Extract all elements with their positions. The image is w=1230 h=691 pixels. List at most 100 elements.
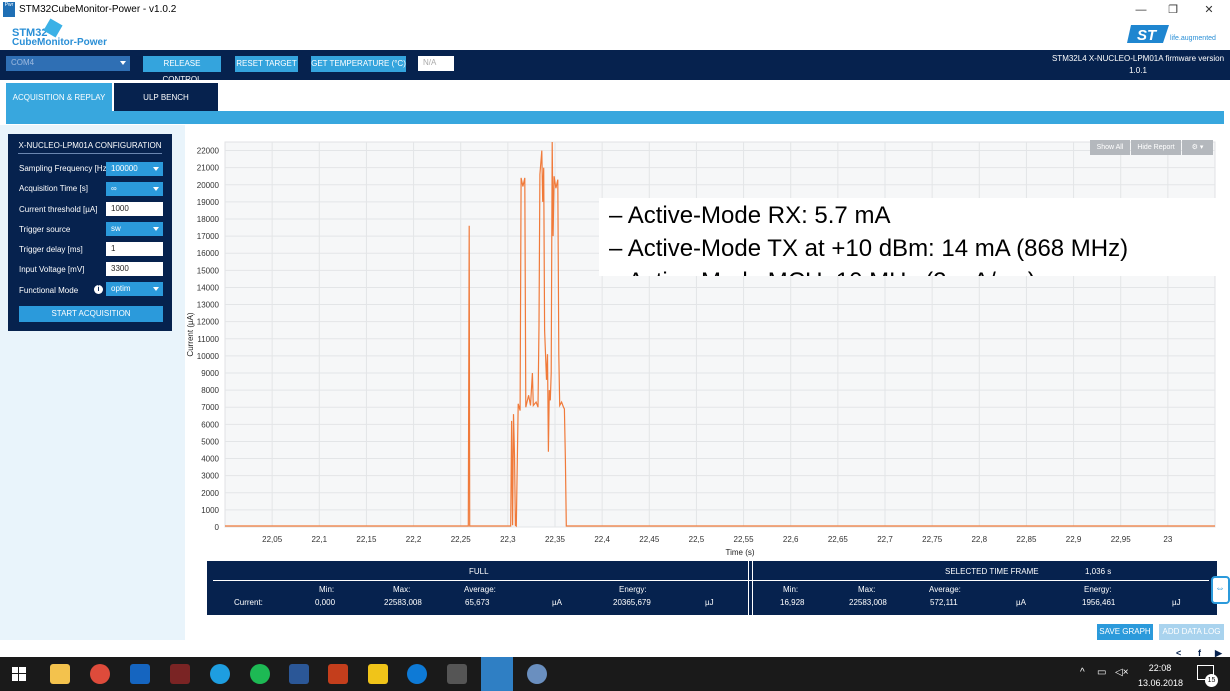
powerpoint-icon[interactable] [328, 664, 348, 684]
minimize-icon[interactable]: — [1126, 2, 1156, 18]
tab-strip [6, 111, 1224, 124]
start-acquisition-button[interactable]: START ACQUISITION [19, 306, 163, 322]
hide-report-button[interactable]: Hide Report [1131, 140, 1181, 155]
chevron-down-icon [120, 61, 126, 65]
release-control-button[interactable]: RELEASE CONTROL [143, 56, 221, 84]
x-tick-label: 22,65 [828, 535, 849, 544]
current-row-label: Current: [234, 598, 263, 607]
overlay-line: – Active-Mode TX at +10 dBm: 14 mA (868 … [609, 235, 1129, 262]
sel-min-value: 16,928 [780, 598, 805, 607]
y-tick-label: 20000 [197, 181, 220, 190]
toolbar: COM4 RELEASE CONTROL RESET TARGET GET TE… [0, 50, 1230, 84]
x-tick-label: 22,35 [545, 535, 566, 544]
y-axis-label: Current (µA) [186, 312, 195, 357]
notification-badge: 15 [1205, 674, 1218, 687]
y-tick-label: 5000 [201, 437, 219, 446]
full-energy-unit: µJ [705, 598, 714, 607]
trigger-source-label: Trigger source [19, 225, 71, 234]
y-tick-label: 12000 [197, 318, 220, 327]
y-tick-label: 17000 [197, 232, 220, 241]
port-select[interactable]: COM4 [6, 56, 130, 71]
input-voltage-label: Input Voltage [mV] [19, 265, 85, 274]
config-panel: X-NUCLEO-LPM01A CONFIGURATION Sampling F… [8, 134, 172, 331]
acquisition-time-select[interactable]: ∞ [106, 182, 163, 196]
x-tick-label: 23 [1163, 535, 1172, 544]
sel-min-label: Min: [783, 585, 799, 594]
y-tick-label: 9000 [201, 369, 219, 378]
clock[interactable]: 22:08 13.06.2018 [1138, 662, 1183, 689]
functional-mode-select[interactable]: optim [106, 282, 163, 296]
outlook-icon[interactable] [130, 664, 150, 684]
cubemonitor-taskbar-icon[interactable] [481, 657, 513, 691]
tray-chevron-icon[interactable]: ^ [1080, 667, 1085, 678]
y-tick-label: 13000 [197, 301, 220, 310]
maximize-icon[interactable]: ❐ [1158, 2, 1188, 18]
teamviewer-icon[interactable] [407, 664, 427, 684]
sampling-frequency-label: Sampling Frequency [Hz] [19, 164, 109, 173]
teamviewer-side-tab[interactable]: ⇔ [1211, 576, 1230, 604]
app-icon[interactable] [170, 664, 190, 684]
close-icon[interactable]: ✕ [1194, 2, 1224, 18]
y-tick-label: 1000 [201, 506, 219, 515]
add-data-log-button[interactable]: ADD DATA LOG [1159, 624, 1224, 640]
current-threshold-label: Current threshold [µA] [19, 205, 98, 214]
sampling-frequency-select[interactable]: 100000 [106, 162, 163, 176]
selected-time-frame-label: SELECTED TIME FRAME [945, 567, 1039, 576]
sel-energy-value: 1956,461 [1082, 598, 1116, 607]
file-explorer-icon[interactable] [50, 664, 70, 684]
chevron-down-icon [153, 227, 159, 231]
full-min-label: Min: [319, 585, 335, 594]
skype-icon[interactable] [210, 664, 230, 684]
info-icon[interactable]: i [94, 285, 103, 294]
y-tick-label: 21000 [197, 164, 220, 173]
volume-icon[interactable]: ◁× [1115, 667, 1129, 678]
x-tick-label: 22,95 [1111, 535, 1132, 544]
input-voltage-input[interactable]: 3300 [106, 262, 163, 276]
st-logo-icon: ST [1127, 25, 1169, 44]
x-tick-label: 22,3 [500, 535, 516, 544]
taskbar: ^ ▭ ◁× 22:08 13.06.2018 15 [0, 657, 1230, 691]
y-tick-label: 8000 [201, 386, 219, 395]
x-axis-label: Time (s) [725, 548, 754, 557]
app-icon[interactable] [527, 664, 547, 684]
show-all-button[interactable]: Show All [1090, 140, 1130, 155]
chevron-down-icon [153, 167, 159, 171]
photos-icon[interactable] [447, 664, 467, 684]
y-tick-label: 14000 [197, 283, 220, 292]
save-graph-button[interactable]: SAVE GRAPH [1097, 624, 1153, 640]
trigger-delay-input[interactable]: 1 [106, 242, 163, 256]
full-min-value: 0,000 [315, 598, 336, 607]
sel-avg-unit: µA [1016, 598, 1026, 607]
spotify-icon[interactable] [250, 664, 270, 684]
network-icon[interactable]: ▭ [1097, 667, 1106, 678]
x-tick-label: 22,85 [1016, 535, 1037, 544]
x-tick-label: 22,8 [971, 535, 987, 544]
firmware-version: STM32L4 X-NUCLEO-LPM01A firmware version… [1051, 54, 1225, 75]
st-tagline: life.augmented [1170, 35, 1216, 42]
overlay-line: – Active-Mode MCU: 10 MHz (2 mA/s...) [609, 268, 1036, 276]
tab-ulp-bench[interactable]: ULP BENCH [114, 83, 218, 112]
chevron-down-icon [153, 287, 159, 291]
y-tick-label: 22000 [197, 147, 220, 156]
temperature-field: N/A [418, 56, 454, 71]
divider [748, 561, 753, 615]
word-icon[interactable] [289, 664, 309, 684]
functional-mode-label: Functional Mode [19, 286, 79, 295]
trigger-source-select[interactable]: sw [106, 222, 163, 236]
x-tick-label: 22,7 [877, 535, 893, 544]
get-temperature-button[interactable]: GET TEMPERATURE (°C) [311, 56, 406, 72]
app-icon[interactable] [368, 664, 388, 684]
x-tick-label: 22,55 [734, 535, 755, 544]
y-tick-label: 0 [215, 523, 220, 532]
y-tick-label: 16000 [197, 249, 220, 258]
reset-target-button[interactable]: RESET TARGET [235, 56, 298, 72]
overlay-line: – Active-Mode RX: 5.7 mA [609, 202, 891, 229]
windows-start-icon[interactable] [12, 667, 26, 681]
x-tick-label: 22,6 [783, 535, 799, 544]
chart-settings-button[interactable]: ⚙ ▾ [1182, 140, 1213, 155]
y-tick-label: 6000 [201, 420, 219, 429]
tab-acquisition-replay[interactable]: ACQUISITION & REPLAY [6, 83, 112, 112]
chrome-icon[interactable] [90, 664, 110, 684]
full-max-value: 22583,008 [384, 598, 422, 607]
current-threshold-input[interactable]: 1000 [106, 202, 163, 216]
